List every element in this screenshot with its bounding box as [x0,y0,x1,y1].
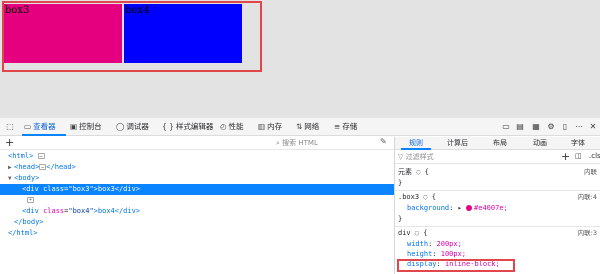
tab-animations[interactable]: 动画 [533,137,547,150]
display-highlight-outline [397,259,515,272]
div-display-declaration[interactable]: display: inline-block; [395,259,600,272]
rules-sidebar: 规则 计算后 布局 动画 字体 ▽ 过滤样式 + ◫ .cls 元素 ◌ { 内… [395,137,600,274]
element-rule-close: } [398,179,403,187]
tab-layout[interactable]: 布局 [493,137,507,150]
tab-style-editor[interactable]: { } 样式编辑器 [162,118,213,136]
rule-toggle-icon[interactable]: ◌ [415,229,419,237]
debugger-icon: ◯ [116,122,125,131]
box3-text: box3 [5,5,30,16]
filter-icon: ▽ [398,153,406,161]
settings-icon[interactable]: ⚙ [545,121,557,133]
page-viewport: box3 box4 [0,0,600,118]
node-html[interactable]: <html> … [0,151,394,162]
tab-network[interactable]: ⇅ 网络 [296,118,319,136]
event-badge[interactable]: … [37,153,45,159]
node-body-close[interactable]: </body> [0,217,394,228]
tab-performance[interactable]: ◴ 性能 [220,118,244,136]
color-swatch[interactable] [466,205,473,211]
box3-background-declaration[interactable]: background: ▸ #e4007e; [395,203,600,214]
box3: box3 [4,4,122,63]
rule-divider [395,226,600,227]
rule-toggle-icon[interactable]: ◌ [423,193,427,201]
filter-styles-input[interactable]: ▽ 过滤样式 [398,152,528,163]
memory-icon: ▥ [258,122,266,131]
tab-computed[interactable]: 计算后 [447,137,468,150]
node-body[interactable]: ▼ <body> [0,173,394,184]
box4: box4 [124,4,242,63]
responsive-design-icon[interactable]: ▭ [500,121,512,133]
cls-button[interactable]: .cls [589,152,600,160]
eyedropper-icon[interactable]: ✎ [380,137,387,146]
search-html-input[interactable]: ⌕ 搜索 HTML [276,138,376,149]
pseudo-class-button[interactable]: ◫ [575,152,582,160]
markup-toolbar: + ⌕ 搜索 HTML ✎ [0,136,394,150]
node-html-close[interactable]: </html> [0,228,394,239]
tab-console[interactable]: ▣ 控制台 [70,118,102,136]
node-head[interactable]: ▶ <head>… </head> [0,162,394,173]
close-icon[interactable]: ✕ [587,121,599,133]
tab-debugger[interactable]: ◯ 调试器 [116,118,149,136]
div-rule-header[interactable]: div ◌ { 内联:3 [395,228,600,239]
more-icon[interactable]: ⋯ [573,121,585,133]
tab-fonts[interactable]: 字体 [571,137,585,150]
frame-picker-icon[interactable]: ▤ [514,121,526,133]
console-icon: ▣ [70,122,78,131]
element-rule-header[interactable]: 元素 ◌ { 内联 [395,167,600,178]
devtools-toolbar: ⬚ ▭ 查看器 ▣ 控制台 ◯ 调试器 { } 样式编辑器 ◴ 性能 ▥ 内存 ⇅ 网络 ≡ 存… [0,118,600,136]
node-div-box3[interactable]: <div class="box3">box3</div> [0,184,394,195]
active-sidebar-tab-indicator [401,148,431,150]
box3-rule-header[interactable]: .box3 ◌ { 内联:4 [395,192,600,203]
active-tab-indicator [22,134,66,136]
tab-storage[interactable]: ≡ 存储 [334,118,357,136]
box4-text: box4 [125,5,150,16]
expand-shorthand-icon[interactable]: ▸ [458,204,462,212]
filter-toolbar: ▽ 过滤样式 + ◫ .cls [395,150,600,164]
rule-divider [395,190,600,191]
node-div-box4[interactable]: <div class="box4">box4</div> [0,206,394,217]
add-node-button[interactable]: + [5,136,14,149]
markup-view: + ⌕ 搜索 HTML ✎ <html> … ▶ <head>… </head> ▼… [0,136,394,274]
performance-icon: ◴ [220,122,227,131]
rule-toggle-icon[interactable]: ◌ [416,168,420,176]
box3-rule-close: } [398,215,403,223]
element-picker-icon[interactable]: ⬚ [4,121,16,133]
add-rule-button[interactable]: + [561,150,570,163]
sidebar-tabs: 规则 计算后 布局 动画 字体 [395,137,600,150]
storage-icon: ≡ [334,122,341,131]
whitespace-badge[interactable]: + [27,197,34,203]
style-editor-icon: { } [162,122,174,131]
node-whitespace[interactable]: + [0,195,394,206]
tab-memory[interactable]: ▥ 内存 [258,118,282,136]
screenshot-icon[interactable]: ▦ [530,121,542,133]
devtools-panel: ⬚ ▭ 查看器 ▣ 控制台 ◯ 调试器 { } 样式编辑器 ◴ 性能 ▥ 内存 ⇅ 网络 ≡ 存… [0,118,600,274]
network-icon: ⇅ [296,122,303,131]
dock-icon[interactable]: ▯ [559,121,571,133]
